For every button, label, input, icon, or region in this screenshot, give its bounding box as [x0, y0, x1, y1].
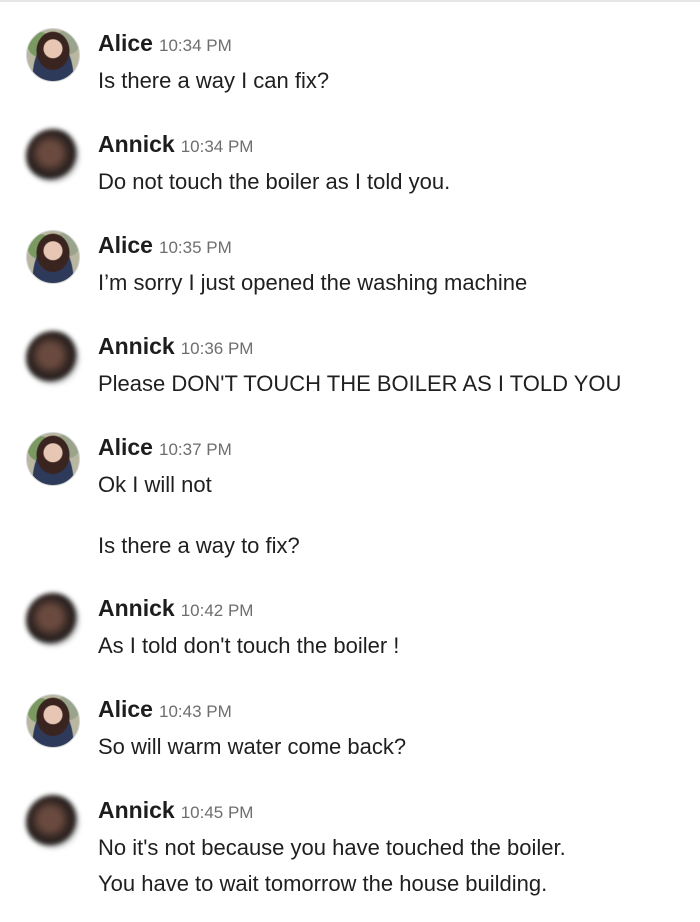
message-author[interactable]: Annick 10:34 PM — [98, 131, 253, 158]
message-time: 10:43 PM — [158, 702, 232, 721]
message-text: Is there a way to fix? — [98, 533, 300, 558]
message-author[interactable]: Alice 10:35 PM — [98, 232, 232, 259]
annick-avatar[interactable] — [26, 331, 80, 385]
author-name[interactable]: Annick — [98, 595, 175, 621]
message-time: 10:45 PM — [180, 803, 254, 822]
message-text: Is there a way I can fix? — [98, 68, 330, 93]
message-time: 10:34 PM — [180, 137, 254, 156]
message-text: Ok I will not — [98, 472, 212, 497]
message-time: 10:37 PM — [158, 440, 232, 459]
message-author[interactable]: Alice 10:37 PM — [98, 434, 232, 461]
message-text: No it's not because you have touched the… — [98, 835, 566, 860]
message-author[interactable]: Annick 10:45 PM — [98, 797, 253, 824]
message-text: I’m sorry I just opened the washing mach… — [98, 270, 528, 295]
message-text: You have to wait tomorrow the house buil… — [98, 871, 548, 896]
message-text: Please DON'T TOUCH THE BOILER AS I TOLD … — [98, 371, 622, 396]
message-author[interactable]: Annick 10:36 PM — [98, 333, 253, 360]
message-text: As I told don't touch the boiler ! — [98, 633, 400, 658]
top-divider — [0, 0, 700, 2]
annick-avatar[interactable] — [26, 129, 80, 183]
message-time: 10:35 PM — [158, 238, 232, 257]
alice-avatar[interactable] — [26, 230, 80, 284]
message-author[interactable]: Alice 10:43 PM — [98, 696, 232, 723]
annick-avatar[interactable] — [26, 795, 80, 849]
message-time: 10:42 PM — [180, 601, 254, 620]
message-text: So will warm water come back? — [98, 734, 407, 759]
author-name[interactable]: Annick — [98, 131, 175, 157]
author-name[interactable]: Alice — [98, 434, 153, 460]
author-name[interactable]: Alice — [98, 232, 153, 258]
alice-avatar[interactable] — [26, 28, 80, 82]
message-time: 10:36 PM — [180, 339, 254, 358]
alice-avatar[interactable] — [26, 432, 80, 486]
message-author[interactable]: Annick 10:42 PM — [98, 595, 253, 622]
message-time: 10:34 PM — [158, 36, 232, 55]
annick-avatar[interactable] — [26, 593, 80, 647]
alice-avatar[interactable] — [26, 694, 80, 748]
message-text: Do not touch the boiler as I told you. — [98, 169, 451, 194]
author-name[interactable]: Alice — [98, 696, 153, 722]
message-author[interactable]: Alice 10:34 PM — [98, 30, 232, 57]
author-name[interactable]: Alice — [98, 30, 153, 56]
author-name[interactable]: Annick — [98, 333, 175, 359]
author-name[interactable]: Annick — [98, 797, 175, 823]
